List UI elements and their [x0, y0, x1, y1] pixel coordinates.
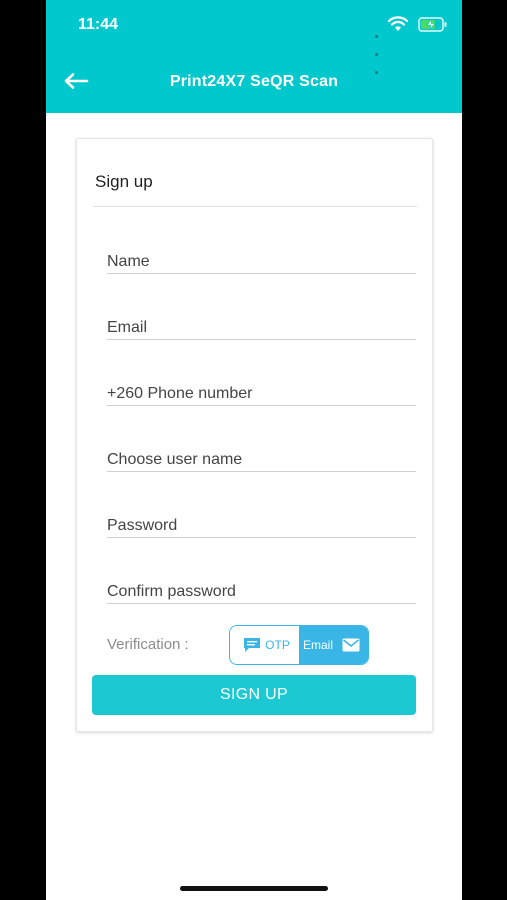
password-field-container: [107, 507, 416, 538]
phone-screen: 11:44 Print24X7 SeQR Scan Sign up Name E…: [46, 0, 462, 900]
name-field-container: [107, 243, 416, 274]
verification-label: Verification :: [107, 636, 189, 653]
home-indicator: [180, 886, 328, 891]
divider: [93, 206, 417, 207]
signal-icon: [375, 25, 380, 79]
envelope-icon: [342, 638, 360, 652]
sign-up-button[interactable]: SIGN UP: [92, 675, 416, 715]
name-field[interactable]: [107, 253, 416, 271]
confirm-password-field[interactable]: [107, 583, 416, 601]
email-field-container: [107, 309, 416, 340]
username-field[interactable]: [107, 451, 416, 469]
card-title: Sign up: [95, 172, 153, 191]
otp-option-button[interactable]: OTP: [230, 626, 299, 664]
otp-option-label: OTP: [265, 638, 290, 652]
verification-toggle: OTP Email: [229, 625, 369, 665]
email-field[interactable]: [107, 319, 416, 337]
chat-message-icon: [244, 638, 261, 652]
page-title: Print24X7 SeQR Scan: [169, 73, 339, 90]
email-option-button[interactable]: Email: [299, 626, 368, 664]
app-header: 11:44 Print24X7 SeQR Scan: [46, 0, 462, 113]
email-option-label: Email: [302, 638, 333, 652]
signup-card: Sign up Verification :: [76, 138, 433, 732]
confirm-password-field-container: [107, 573, 416, 604]
wifi-icon: [388, 16, 408, 31]
password-field[interactable]: [107, 517, 416, 535]
battery-charging-icon: [418, 17, 447, 32]
status-time: 11:44: [78, 16, 119, 33]
phone-field[interactable]: [107, 385, 416, 403]
phone-field-container: [107, 375, 416, 406]
username-field-container: [107, 441, 416, 472]
